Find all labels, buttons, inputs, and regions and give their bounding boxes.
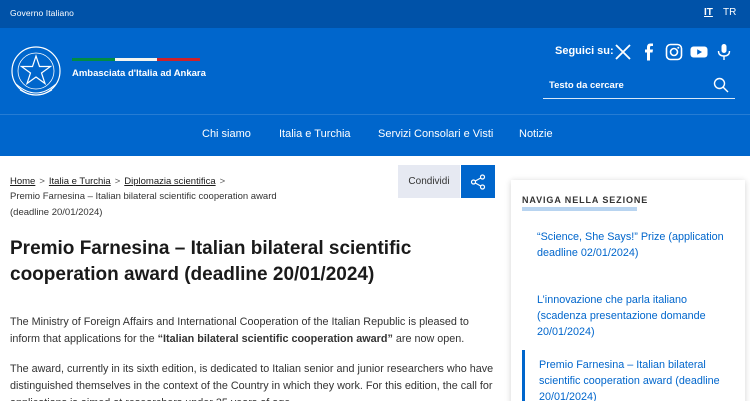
- search-input[interactable]: Testo da cercare: [549, 80, 624, 91]
- sidebar-item-science-she-says[interactable]: “Science, She Says!” Prize (application …: [537, 229, 737, 261]
- podcast-icon[interactable]: [715, 43, 733, 61]
- main-nav: Chi siamo Italia e Turchia Servizi Conso…: [0, 114, 750, 156]
- top-bar: Governo Italiano IT TR: [0, 0, 750, 28]
- flag-stripe: [72, 58, 201, 61]
- breadcrumb-home[interactable]: Home: [10, 176, 35, 187]
- nav-item-chi-siamo[interactable]: Chi siamo: [202, 128, 251, 140]
- youtube-icon[interactable]: [690, 43, 708, 61]
- breadcrumb-diplomazia[interactable]: Diplomazia scientifica: [124, 176, 215, 187]
- share-icon: [470, 173, 486, 190]
- sidebar-heading-underline: [522, 207, 637, 211]
- sidebar-heading: NAVIGA NELLA SEZIONE: [522, 195, 649, 205]
- language-it[interactable]: IT: [704, 7, 713, 18]
- share-icon-button[interactable]: [461, 165, 495, 198]
- instagram-icon[interactable]: [665, 43, 683, 61]
- nav-item-notizie[interactable]: Notizie: [519, 128, 553, 140]
- emblem-icon[interactable]: [10, 44, 62, 102]
- language-tr[interactable]: TR: [723, 7, 736, 18]
- breadcrumb: Home > Italia e Turchia > Diplomazia scienti…: [10, 176, 226, 187]
- follow-label: Seguici su:: [555, 45, 614, 57]
- sidebar-item-innovazione[interactable]: L’innovazione che parla italiano (scaden…: [537, 292, 737, 340]
- award-name: “Italian bilateral scientific cooperatio…: [157, 333, 393, 345]
- sidebar-item-premio-farnesina[interactable]: Premio Farnesina – Italian bilateral sci…: [539, 357, 729, 401]
- search-icon[interactable]: [713, 77, 729, 93]
- sidebar-active-indicator: [522, 350, 525, 401]
- x-icon[interactable]: [614, 43, 632, 61]
- government-link[interactable]: Governo Italiano: [10, 8, 74, 18]
- article-paragraph-1: The Ministry of Foreign Affairs and Inte…: [10, 316, 469, 345]
- search-underline: [543, 98, 735, 99]
- breadcrumb-current: Premio Farnesina – Italian bilateral sci…: [10, 191, 277, 218]
- site-header: Ambasciata d'Italia ad Ankara Seguici su…: [0, 28, 750, 114]
- article-paragraph-2: The award, currently in its sixth editio…: [10, 363, 494, 401]
- breadcrumb-italia-turchia[interactable]: Italia e Turchia: [49, 176, 111, 187]
- share-button[interactable]: Condividi: [398, 165, 460, 198]
- site-name[interactable]: Ambasciata d'Italia ad Ankara: [72, 68, 206, 79]
- nav-item-servizi-consolari[interactable]: Servizi Consolari e Visti: [378, 128, 493, 140]
- facebook-icon[interactable]: [640, 43, 658, 61]
- page-title: Premio Farnesina – Italian bilateral sci…: [10, 238, 412, 285]
- section-sidebar: NAVIGA NELLA SEZIONE “Science, She Says!…: [511, 180, 745, 401]
- nav-item-italia-turchia[interactable]: Italia e Turchia: [279, 128, 351, 140]
